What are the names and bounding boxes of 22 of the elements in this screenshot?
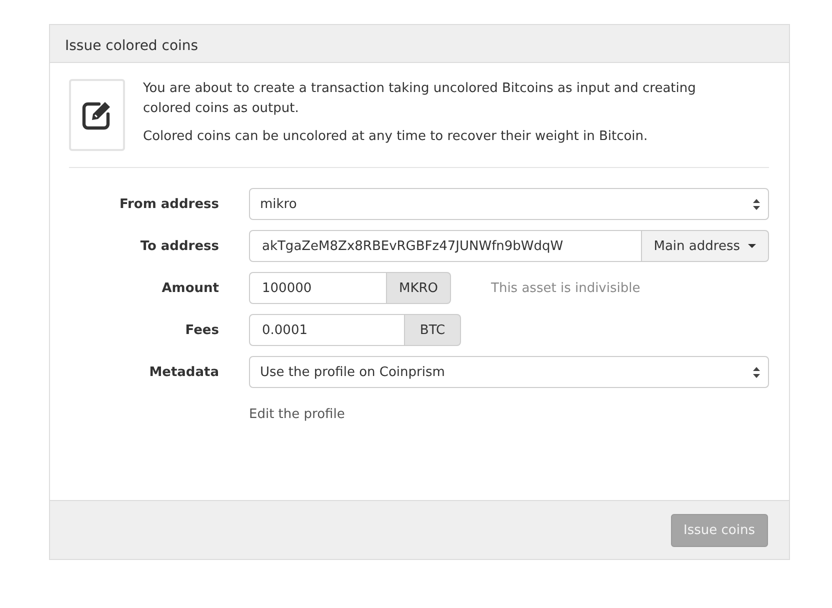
unit-addon: BTC: [405, 314, 461, 346]
field-label: From address: [119, 196, 219, 212]
sort-icon: [753, 198, 760, 210]
select-field[interactable]: mikro: [249, 188, 769, 220]
field-label: Fees: [185, 322, 219, 338]
input-field[interactable]: akTgaZeM8Zx8RBEvRGBFz47JUNWfn9bWdqW: [249, 230, 642, 262]
panel-title: Issue colored coins: [65, 38, 198, 54]
edit-icon: [82, 100, 112, 130]
caret-icon: [748, 244, 756, 248]
edit-profile-link[interactable]: Edit the profile: [249, 400, 345, 428]
address-dropdown-button[interactable]: Main address: [642, 230, 769, 262]
input-field[interactable]: 0.0001: [249, 314, 405, 346]
input-field[interactable]: 100000: [249, 272, 387, 304]
field-label: To address: [140, 238, 219, 254]
unit-addon: MKRO: [387, 272, 452, 304]
field-label: Metadata: [149, 364, 219, 380]
intro-paragraph: Colored coins can be uncolored at any time to recover their weight in Bitcoin.: [143, 128, 649, 146]
select-field[interactable]: Use the profile on Coinprism: [249, 356, 769, 388]
sort-icon: [753, 366, 760, 378]
help-text: This asset is indivisible: [491, 280, 640, 296]
field-label: Amount: [162, 280, 219, 296]
intro-paragraph: You are about to create a transaction taking uncolored Bitcoins as input and creating colored coins as output.: [143, 80, 697, 118]
